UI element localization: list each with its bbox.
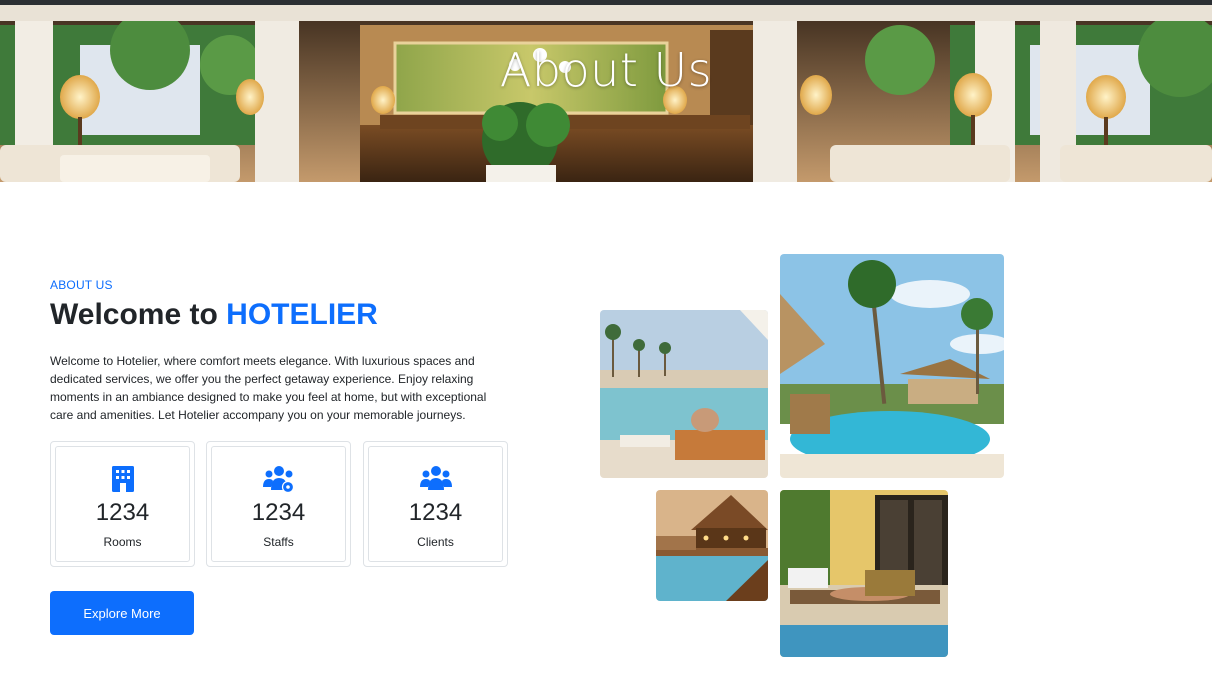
users-cog-icon xyxy=(262,466,294,493)
stat-card-inner: 1234 Rooms xyxy=(55,446,190,562)
stat-card-clients: 1234 Clients xyxy=(363,441,508,567)
section-headline: Welcome to HOTELIER xyxy=(50,298,378,332)
users-icon xyxy=(419,466,452,490)
hotel-icon xyxy=(111,466,134,492)
poolside-lounger-photo xyxy=(780,490,948,657)
stat-value: 1234 xyxy=(251,499,306,526)
stat-card-staffs: 1234 Staffs xyxy=(206,441,351,567)
stat-value: 1234 xyxy=(408,499,463,526)
headline-prefix: Welcome to xyxy=(50,298,227,331)
about-description: Welcome to Hotelier, where comfort meets… xyxy=(50,354,487,422)
stat-label: Clients xyxy=(417,535,454,549)
stat-card-inner: 1234 Clients xyxy=(368,446,503,562)
brand-name: HOTELIER xyxy=(226,298,378,331)
stat-card-rooms: 1234 Rooms xyxy=(50,441,195,567)
stat-value: 1234 xyxy=(95,499,150,526)
hero-banner: About Us xyxy=(0,5,1212,182)
resort-pool-photo xyxy=(780,254,1004,478)
sunset-deck-photo xyxy=(656,490,768,601)
explore-more-button[interactable]: Explore More xyxy=(50,591,194,635)
stat-label: Rooms xyxy=(103,535,142,549)
page-title: About Us xyxy=(499,43,713,97)
stat-card-inner: 1234 Staffs xyxy=(211,446,346,562)
beach-pool-photo xyxy=(600,310,768,478)
stat-label: Staffs xyxy=(263,535,294,549)
section-eyebrow: ABOUT US xyxy=(50,278,113,292)
